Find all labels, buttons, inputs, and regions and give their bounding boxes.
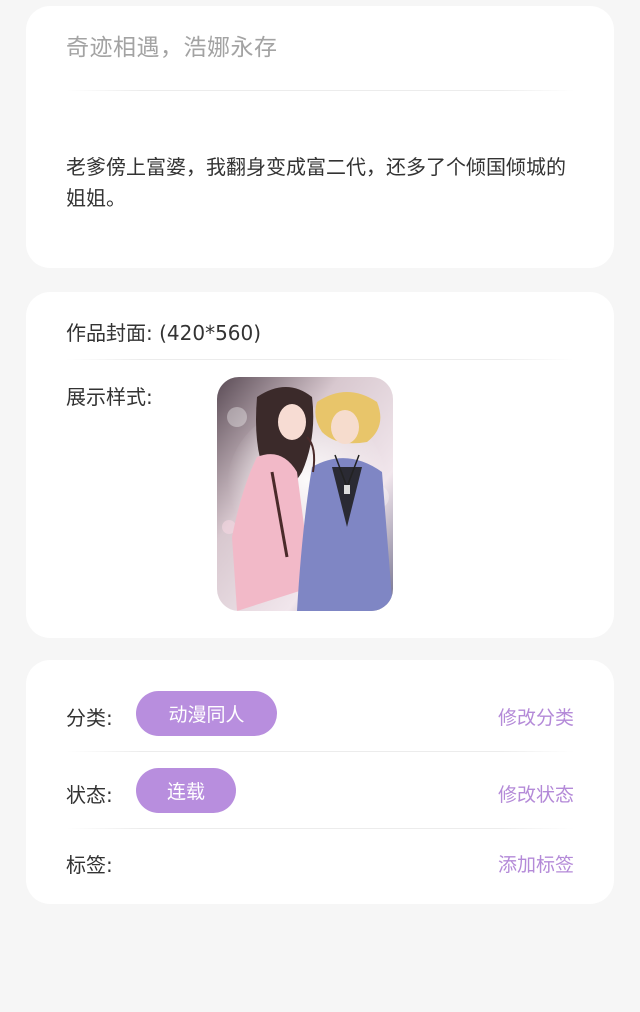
tags-label: 标签: xyxy=(66,853,113,877)
status-pill[interactable]: 连载 xyxy=(136,768,236,813)
cover-divider xyxy=(66,359,574,360)
cover-image[interactable] xyxy=(217,377,393,611)
status-divider xyxy=(66,828,574,829)
cover-illustration xyxy=(217,377,393,611)
work-title[interactable]: 奇迹相遇，浩娜永存 xyxy=(66,28,278,62)
cover-label: 作品封面: (420*560) xyxy=(66,321,262,345)
edit-status-link[interactable]: 修改状态 xyxy=(498,780,574,807)
display-style-label: 展示样式: xyxy=(66,385,153,409)
cover-card: 作品封面: (420*560) 展示样式: xyxy=(26,292,614,638)
category-label: 分类: xyxy=(66,706,113,730)
work-intro[interactable]: 老爹傍上富婆，我翻身变成富二代，还多了个倾国倾城的姐姐。 xyxy=(66,152,574,214)
category-divider xyxy=(66,751,574,752)
work-info-card: 奇迹相遇，浩娜永存 老爹傍上富婆，我翻身变成富二代，还多了个倾国倾城的姐姐。 xyxy=(26,6,614,268)
meta-card: 分类: 动漫同人 修改分类 状态: 连载 修改状态 标签: 添加标签 xyxy=(26,660,614,904)
add-tags-link[interactable]: 添加标签 xyxy=(498,850,574,877)
status-label: 状态: xyxy=(66,783,113,807)
category-pill[interactable]: 动漫同人 xyxy=(136,691,277,736)
title-divider xyxy=(66,90,574,91)
edit-category-link[interactable]: 修改分类 xyxy=(498,703,574,730)
